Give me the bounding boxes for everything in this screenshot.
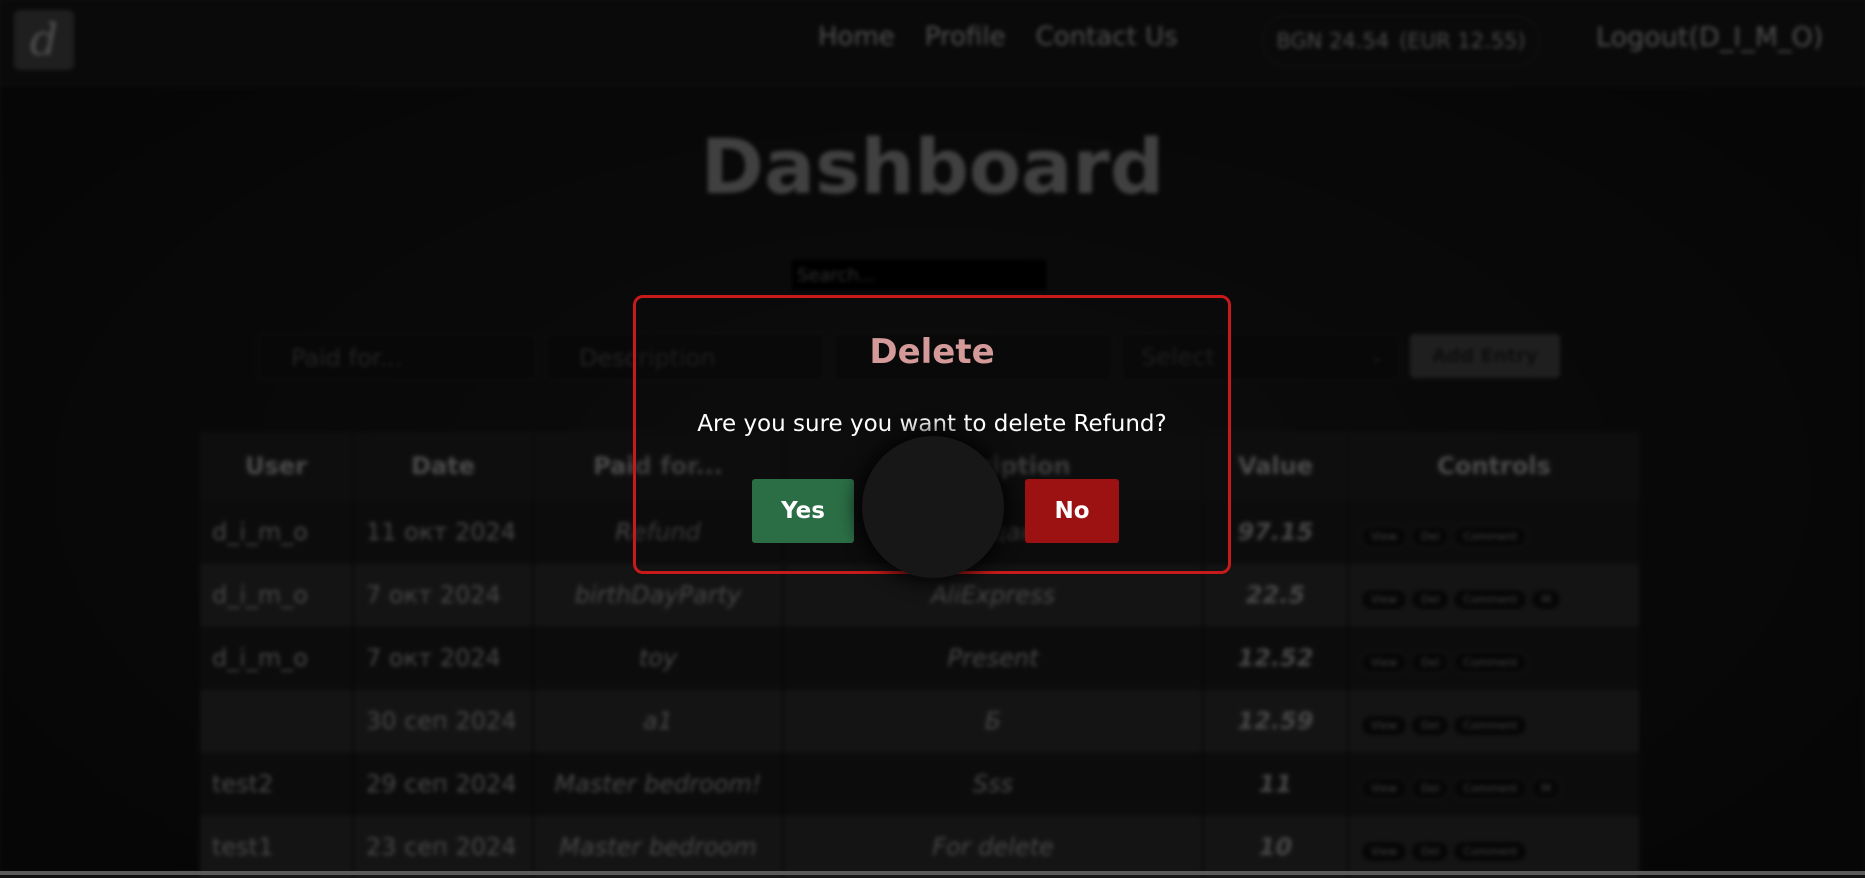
no-button[interactable]: No	[1025, 479, 1119, 543]
bottom-scrollbar[interactable]	[0, 871, 1865, 875]
dialog-message: Are you sure you want to delete Refund?	[636, 411, 1228, 437]
dialog-title: Delete	[636, 332, 1228, 372]
delete-confirm-dialog: Delete Are you sure you want to delete R…	[633, 295, 1231, 574]
loading-spinner-icon	[862, 436, 1004, 578]
yes-button[interactable]: Yes	[752, 479, 854, 543]
